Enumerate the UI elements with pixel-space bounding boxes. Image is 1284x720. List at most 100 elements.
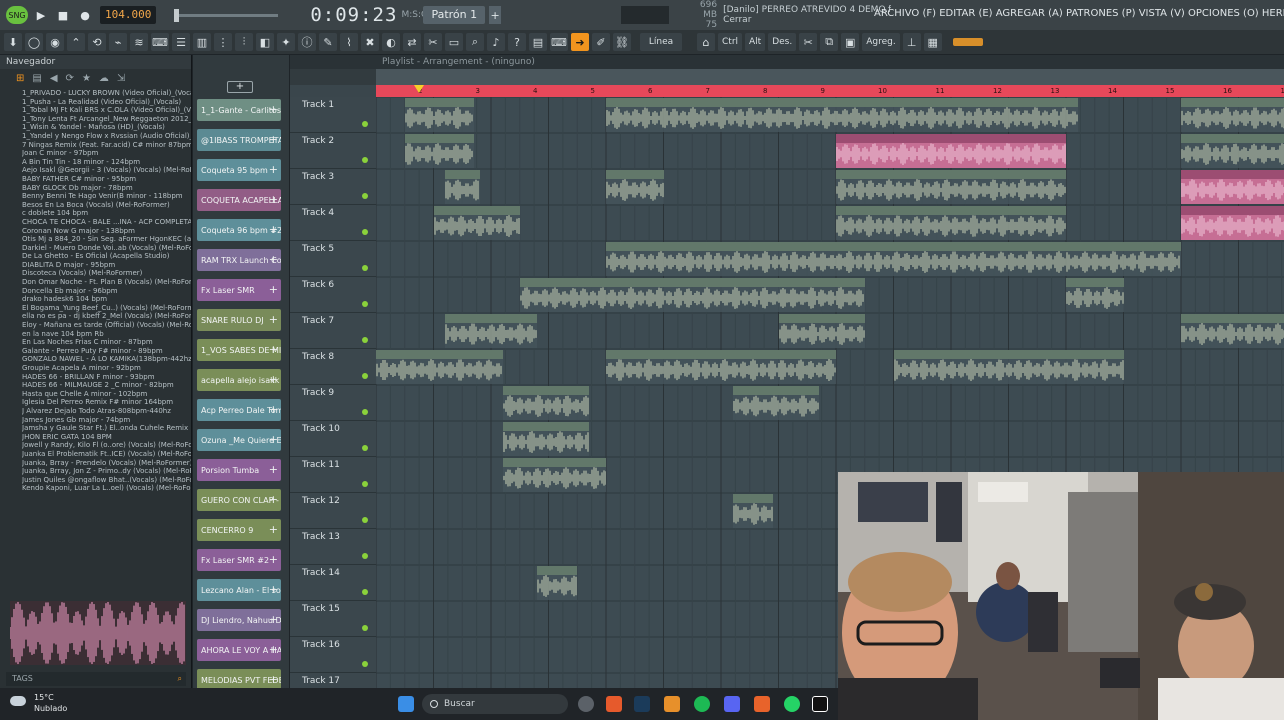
add-to-rack-icon[interactable]: + xyxy=(269,373,278,386)
playlist-clip[interactable]: 8_eo 8_eo 8_eo xyxy=(1181,134,1284,168)
channel-button[interactable]: CENCERRO 9 + xyxy=(197,519,281,541)
browser-folder-icon[interactable]: ⊞ xyxy=(16,73,24,84)
playlist-clip[interactable]: Fx Caballo Fx Caballo xyxy=(836,206,1066,240)
track-header[interactable]: Track 10 xyxy=(290,421,376,457)
taskbar-search-input[interactable]: Buscar xyxy=(422,694,568,714)
browser-file-item[interactable]: BABY FATHER C# minor - 95bpm xyxy=(22,175,191,184)
browser-file-item[interactable]: Hasta que Chelle A minor - 102bpm xyxy=(22,390,191,399)
playlist-clip[interactable]: BASE 03 BASE 03 xyxy=(836,170,1066,204)
browser-file-item[interactable]: drako hadesk6 104 bpm xyxy=(22,295,191,304)
whatsapp-icon[interactable] xyxy=(784,696,800,712)
tuner-icon[interactable]: ⊥ xyxy=(902,33,921,51)
playlist-clip[interactable]: 1TINI_.ANAS xyxy=(404,134,474,168)
track-header[interactable]: Track 8 xyxy=(290,349,376,385)
playlist-clip[interactable]: Fx Caballo xyxy=(1181,314,1284,348)
browser-file-item[interactable]: JHON ERIC GATA 104 BPM xyxy=(22,433,191,442)
playlist-clip[interactable]: FX 09 xyxy=(502,386,589,420)
channel-button[interactable]: 1_1-Gante - Carlitos... + xyxy=(197,99,281,121)
browser-star-icon[interactable]: ★ xyxy=(82,73,91,84)
master-volume-slider[interactable] xyxy=(174,8,279,22)
playlist-clip[interactable]: Ñengo Fl..apella] Ñengo..ella] xyxy=(1066,242,1181,276)
browser-all-icon[interactable]: ▤ xyxy=(32,73,41,84)
browser-file-item[interactable]: Jowell y Randy, Kilo Fl (o..ore) (Vocals… xyxy=(22,441,191,450)
plugin-picker-icon[interactable]: ✦ xyxy=(277,33,295,51)
browser-file-item[interactable]: Groupie Acapela A minor - 92bpm xyxy=(22,364,191,373)
channel-button[interactable]: acapella alejo isakk 2 + xyxy=(197,369,281,391)
channel-button[interactable]: Porsion Tumba + xyxy=(197,459,281,481)
track-header[interactable]: Track 13 xyxy=(290,529,376,565)
search-icon[interactable]: ⌕ xyxy=(178,672,182,686)
browser-file-item[interactable]: GONZALO NAWEL - A LO KAMIKA(138bpm-442hz xyxy=(22,355,191,364)
browser-file-item[interactable]: James Jones Gb major - 74bpm xyxy=(22,416,191,425)
track-header[interactable]: Track 1 xyxy=(290,97,376,133)
timeline-ruler[interactable]: 2345678910111213141516171819 xyxy=(376,85,1284,97)
browser-file-item[interactable]: c doblete 104 bpm xyxy=(22,209,191,218)
add-to-rack-icon[interactable]: + xyxy=(269,523,278,536)
channel-button[interactable]: Acp Perreo Dale Tom...+ xyxy=(197,399,281,421)
undo-button[interactable]: Des. xyxy=(768,33,797,51)
windows-start-icon[interactable] xyxy=(398,696,414,712)
keyboard-icon[interactable]: ⌨ xyxy=(550,33,568,51)
track-mute-led[interactable] xyxy=(362,121,368,127)
add-to-rack-icon[interactable]: + xyxy=(269,583,278,596)
browser-file-item[interactable]: Iglesia Del Perreo Remix F# minor 164bpm xyxy=(22,398,191,407)
browser-file-item[interactable]: Otis Mj a 884_20 - Sin Seg. aFormer Hgon… xyxy=(22,235,191,244)
playlist-clip[interactable]: 8_eo 8_eo 8_eo xyxy=(1181,206,1284,240)
song-time-display[interactable]: 0:09:23 xyxy=(310,4,397,26)
browser-refresh-icon[interactable]: ⟳ xyxy=(66,73,74,84)
browser-file-item[interactable]: Juanka El Problematik Ft..ICE) (Vocals) … xyxy=(22,450,191,459)
countdown-icon[interactable]: ⟲ xyxy=(88,33,106,51)
track-header[interactable]: Track 11 xyxy=(290,457,376,493)
step-edit-icon[interactable]: ⌁ xyxy=(109,33,127,51)
browser-file-item[interactable]: Juanka, Brray, Jon Z - Primo..dy (Vocals… xyxy=(22,467,191,476)
browser-file-item[interactable]: Kendo Kaponi, Luar La L..oel) (Vocals) (… xyxy=(22,484,191,493)
playlist-clip[interactable]: FX 35 xyxy=(502,422,589,456)
track-header[interactable]: Track 15 xyxy=(290,601,376,637)
track-header[interactable]: Track 14 xyxy=(290,565,376,601)
browser-file-item[interactable]: HADES 66 - MILMAUGE 2 _C minor - 82bpm xyxy=(22,381,191,390)
browser-file-item[interactable]: Justin Quiles @ongaflow Bhat..(Vocals) (… xyxy=(22,476,191,485)
add-pattern-button[interactable]: + xyxy=(489,6,502,24)
track-mute-led[interactable] xyxy=(362,445,368,451)
browser-file-item[interactable]: 1_Pusha - La Realidad (Video Oficial)_(V… xyxy=(22,98,191,107)
project-info-icon[interactable]: ⓘ xyxy=(298,33,316,51)
playlist-clip[interactable]: Bajada Perreo SMR xyxy=(606,242,836,276)
browser-file-item[interactable]: J Alvarez Dejalo Todo Atras-808bpm-440hz xyxy=(22,407,191,416)
tempo-display[interactable]: 104.000 xyxy=(100,6,157,24)
discord-icon[interactable] xyxy=(724,696,740,712)
track-header[interactable]: Track 5 xyxy=(290,241,376,277)
browser-file-item[interactable]: en la nave 104 bpm Rb xyxy=(22,330,191,339)
playlist-clip[interactable]: Ñengo Flow Ft Gotay El Autentiko Jugar A… xyxy=(606,98,1078,132)
ctrl-button[interactable]: Ctrl xyxy=(718,33,743,51)
channel-button[interactable]: GUERO CON CLAP - F1...+ xyxy=(197,489,281,511)
song-pattern-toggle[interactable]: SNG xyxy=(6,6,28,24)
browser-file-item[interactable]: 1_Tobal MJ Ft Kali BRS x C.OLA (Video Of… xyxy=(22,106,191,115)
blend-icon[interactable]: ≋ xyxy=(130,33,148,51)
playlist-clip[interactable]: Ñengo Flow Ft G..ella) - Part_2 xyxy=(502,458,606,492)
app-icon[interactable] xyxy=(754,696,770,712)
record-button[interactable]: ● xyxy=(76,6,94,24)
track-mute-led[interactable] xyxy=(362,409,368,415)
playlist-clip[interactable]: 01..uo xyxy=(445,170,480,204)
browser-file-item[interactable]: Jamsha y Gaule Star Ft.) El..onda Cuhele… xyxy=(22,424,191,433)
track-mute-led[interactable] xyxy=(362,301,368,307)
browser-file-item[interactable]: El Bogama_Yung Beef_Cu..) (Vocals) (Mel-… xyxy=(22,304,191,313)
pattern-selector[interactable]: Patrón 1 xyxy=(423,6,486,24)
playlist-clip[interactable]: 1..ocals] xyxy=(537,566,578,600)
channel-button[interactable]: DJ Liendro, Nahuu DJ...+ xyxy=(197,609,281,631)
browser-file-item[interactable]: DIABLITA D major - 95bpm xyxy=(22,261,191,270)
add-to-rack-icon[interactable]: + xyxy=(269,283,278,296)
track-header[interactable]: Track 3 xyxy=(290,169,376,205)
alt-button[interactable]: Alt xyxy=(745,33,766,51)
pencil-icon[interactable]: ✎ xyxy=(319,33,337,51)
browser-file-item[interactable]: En Las Noches Frias C minor - 87bpm xyxy=(22,338,191,347)
browser-file-item[interactable]: Besos En La Boca (Vocals) (Mel-RoFormer) xyxy=(22,201,191,210)
loop-icon[interactable]: ◯ xyxy=(25,33,43,51)
track-mute-led[interactable] xyxy=(362,517,368,523)
channel-button[interactable]: SNARE RULO DJ + xyxy=(197,309,281,331)
stop-button[interactable]: ■ xyxy=(54,6,72,24)
copy-icon[interactable]: ⧉ xyxy=(820,33,839,51)
add-to-rack-icon[interactable]: + xyxy=(269,343,278,356)
browser-file-item[interactable]: 7 Ningas Remix (Feat. Far.acid) C# minor… xyxy=(22,141,191,150)
channel-rack-icon[interactable]: ⋮ xyxy=(214,33,232,51)
